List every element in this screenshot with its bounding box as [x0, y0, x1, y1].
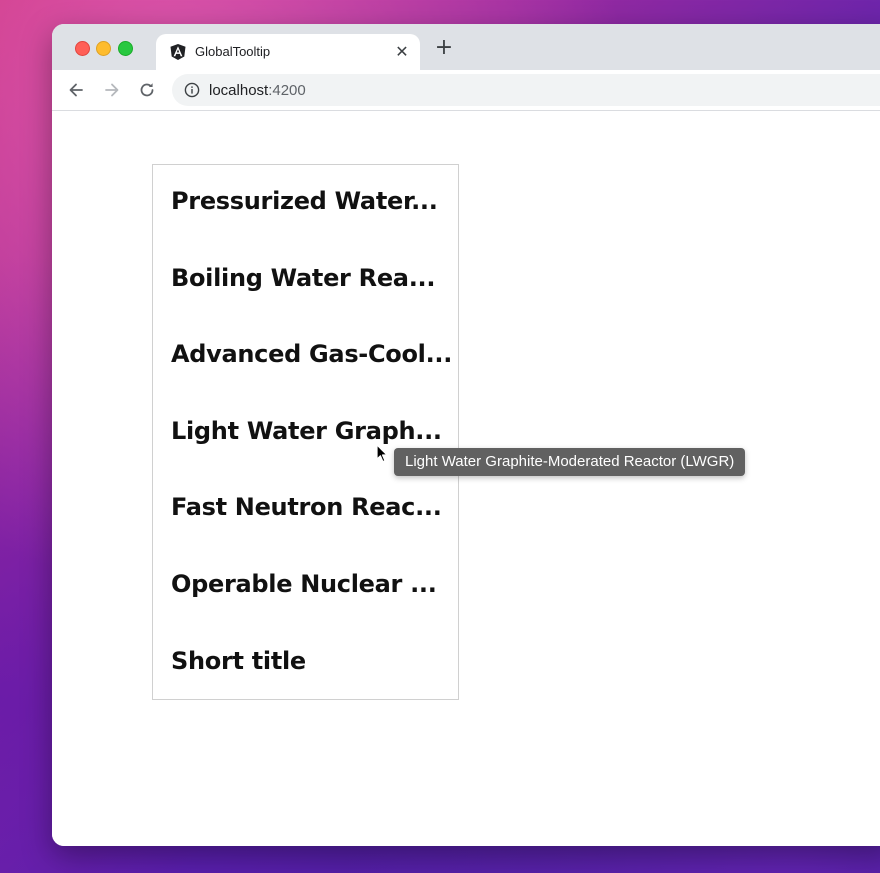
url-port: :4200: [268, 82, 306, 99]
mouse-cursor-icon: [376, 444, 388, 463]
info-icon[interactable]: [184, 82, 200, 98]
tab-title: GlobalTooltip: [195, 44, 271, 59]
list-item-advanced-gas-cooled[interactable]: Advanced Gas-Cool...: [171, 340, 461, 368]
window-minimize-button[interactable]: [96, 41, 111, 56]
list-item-pressurized-water[interactable]: Pressurized Water...: [171, 187, 461, 215]
tab-global-tooltip[interactable]: GlobalTooltip ✕: [156, 34, 420, 70]
list-item-operable-nuclear[interactable]: Operable Nuclear ...: [171, 570, 461, 598]
window-zoom-button[interactable]: [118, 41, 133, 56]
list-item-short-title[interactable]: Short title: [171, 647, 461, 675]
window-close-button[interactable]: [75, 41, 90, 56]
page-viewport: Pressurized Water... Boiling Water Rea..…: [52, 111, 880, 846]
new-tab-button[interactable]: +: [434, 37, 454, 59]
address-bar[interactable]: localhost:4200: [172, 74, 880, 106]
angular-logo-icon: [170, 44, 186, 60]
arrow-right-icon[interactable]: [102, 80, 122, 100]
tab-strip: GlobalTooltip ✕ +: [52, 24, 880, 70]
browser-toolbar: localhost:4200: [52, 70, 880, 111]
list-item-boiling-water[interactable]: Boiling Water Rea...: [171, 264, 461, 292]
list-item-fast-neutron[interactable]: Fast Neutron Reac...: [171, 493, 461, 521]
reactor-list-card: Pressurized Water... Boiling Water Rea..…: [152, 164, 459, 700]
url-text: localhost:4200: [209, 82, 306, 99]
url-host: localhost: [209, 82, 269, 99]
tab-close-icon[interactable]: ✕: [393, 43, 411, 61]
list-item-light-water-graphite[interactable]: Light Water Graph...: [171, 417, 461, 445]
browser-window: GlobalTooltip ✕ + localhost:4200 Pressur…: [52, 24, 880, 846]
global-tooltip: Light Water Graphite-Moderated Reactor (…: [394, 448, 746, 476]
reload-icon[interactable]: [137, 80, 157, 100]
arrow-left-icon[interactable]: [66, 80, 86, 100]
